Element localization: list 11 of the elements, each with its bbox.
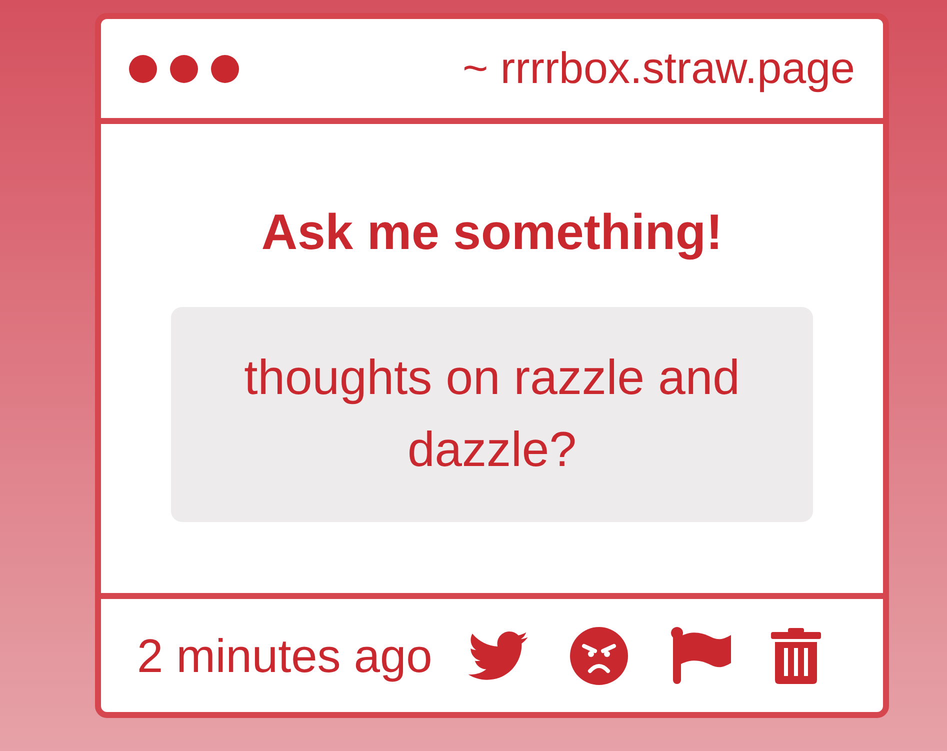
question-text: thoughts on razzle and dazzle? [243, 350, 741, 479]
bird-icon[interactable] [468, 630, 528, 680]
prompt-heading: Ask me something! [261, 203, 723, 262]
dot-icon [170, 54, 198, 82]
angry-face-icon[interactable] [570, 626, 628, 684]
url-text: ~ rrrrbox.straw.page [462, 42, 855, 94]
dot-icon [211, 54, 239, 82]
timestamp: 2 minutes ago [137, 628, 432, 684]
dot-icon [129, 54, 157, 82]
trash-icon[interactable] [771, 628, 822, 684]
flag-icon[interactable] [671, 627, 732, 684]
